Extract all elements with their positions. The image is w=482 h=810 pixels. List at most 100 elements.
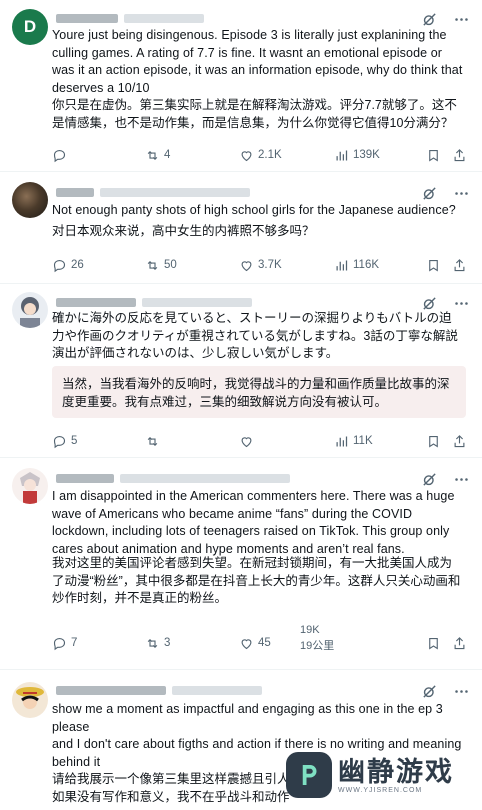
more-icon[interactable] (452, 10, 470, 28)
tweet-text-en: Not enough panty shots of high school gi… (52, 203, 456, 217)
views-button[interactable]: 11K (334, 434, 373, 449)
username-redacted (56, 685, 166, 695)
tweet-text-en: I am disappointed in the American commen… (52, 489, 455, 556)
avatar[interactable] (12, 682, 48, 718)
views-count-translated: 19公里 (300, 640, 335, 652)
watermark-url: WWW.YJISREN.COM (338, 786, 423, 794)
reply-icon (53, 149, 66, 162)
grok-icon[interactable] (420, 184, 438, 202)
grok-icon[interactable] (420, 682, 438, 700)
handle-redacted (172, 685, 262, 695)
reply-button[interactable]: 26 (52, 258, 84, 273)
like-icon (241, 436, 252, 447)
bookmark-button[interactable] (426, 636, 441, 651)
tweet-header (56, 294, 252, 310)
avatar[interactable] (12, 468, 48, 504)
grok-icon[interactable] (420, 470, 438, 488)
tweet-text-en: Youre just being disingenous. Episode 3 … (52, 28, 463, 95)
tweet-text-zh: 我对这里的美国评论者感到失望。在新冠封锁期间，有一大批美国人成为了动漫“粉丝”，… (52, 556, 461, 606)
bookmark-icon (429, 149, 438, 162)
avatar[interactable] (12, 182, 48, 218)
like-count: 45 (258, 637, 271, 649)
share-button[interactable] (452, 434, 467, 449)
share-icon (454, 148, 465, 161)
retweet-button[interactable]: 4 (145, 148, 170, 163)
reply-count: 7 (71, 637, 78, 649)
username-redacted (56, 473, 114, 483)
username-redacted (56, 187, 94, 197)
watermark-title: 幽静游戏 (338, 756, 454, 787)
reply-button[interactable]: 7 (52, 636, 77, 651)
tweet-header (56, 10, 204, 26)
share-button[interactable] (452, 258, 467, 273)
share-button[interactable] (452, 636, 467, 651)
avatar[interactable]: D (12, 9, 48, 45)
like-icon (241, 260, 252, 271)
views-stack[interactable]: 19K 19公里 (300, 622, 334, 654)
views-icon (336, 150, 348, 160)
username-redacted (56, 297, 136, 307)
tweet-text-zh: 对日本观众来说，高中女生的内裤照不够多吗？ (52, 224, 315, 238)
reply-icon (53, 637, 66, 650)
handle-redacted (124, 13, 204, 23)
views-count: 11K (353, 435, 373, 447)
share-button[interactable] (452, 148, 467, 163)
more-icon[interactable] (452, 184, 470, 202)
avatar[interactable] (12, 292, 48, 328)
views-button[interactable]: 139K (334, 148, 380, 163)
bookmark-button[interactable] (426, 148, 441, 163)
retweet-count: 3 (164, 637, 171, 649)
tweet-header (56, 470, 290, 486)
views-count: 19K (300, 624, 320, 636)
watermark-logo-icon (286, 752, 332, 798)
watermark: 幽静游戏 WWW.YJISREN.COM (286, 744, 476, 806)
translation-box: 当然，当我看海外的反响时，我觉得战斗的力量和画作质量比故事的深度更重要。我有点难… (52, 366, 466, 418)
handle-redacted (100, 187, 250, 197)
bookmark-icon (429, 637, 438, 650)
like-count: 2.1K (258, 149, 282, 161)
like-icon (241, 150, 252, 161)
reply-button[interactable]: 5 (52, 434, 77, 449)
tweet-text-ja: 確かに海外の反応を見ていると、ストーリーの深掘りよりもバトルの迫力や作画のクオリ… (52, 311, 458, 361)
like-icon (241, 638, 252, 649)
share-icon (454, 434, 465, 447)
tweet[interactable]: D Youre just being disingenous. Episode … (0, 0, 482, 172)
tweet-text-zh: 你只是在虚伪。第三集实际上就是在解释淘汰游戏。评分7.7就够了。这不是情感集，也… (52, 98, 457, 130)
tweet[interactable]: Not enough panty shots of high school gi… (0, 172, 482, 284)
views-icon (336, 436, 348, 446)
grok-icon[interactable] (420, 10, 438, 28)
like-button[interactable]: 45 (239, 636, 271, 651)
retweet-button[interactable] (145, 434, 164, 449)
tweet-header (56, 184, 250, 200)
like-count: 3.7K (258, 259, 282, 271)
share-icon (454, 258, 465, 271)
more-icon[interactable] (452, 470, 470, 488)
views-button[interactable]: 116K (334, 258, 379, 273)
like-button[interactable] (239, 434, 258, 449)
tweet[interactable]: I am disappointed in the American commen… (0, 458, 482, 670)
retweet-icon (147, 260, 158, 270)
views-icon (336, 260, 348, 270)
retweet-button[interactable]: 3 (145, 636, 170, 651)
share-icon (454, 636, 465, 649)
handle-redacted (120, 473, 290, 483)
bookmark-button[interactable] (426, 258, 441, 273)
retweet-icon (147, 150, 158, 160)
username-redacted (56, 13, 118, 23)
like-button[interactable]: 3.7K (239, 258, 282, 273)
retweet-count: 4 (164, 149, 171, 161)
reply-count: 26 (71, 259, 84, 271)
retweet-icon (147, 436, 158, 446)
retweet-button[interactable]: 50 (145, 258, 177, 273)
views-count: 139K (353, 149, 380, 161)
retweet-count: 50 (164, 259, 177, 271)
bookmark-button[interactable] (426, 434, 441, 449)
reply-icon (53, 259, 66, 272)
like-button[interactable]: 2.1K (239, 148, 282, 163)
retweet-icon (147, 638, 158, 648)
reply-button[interactable] (52, 148, 71, 163)
bookmark-icon (429, 259, 438, 272)
tweet[interactable]: 確かに海外の反応を見ていると、ストーリーの深掘りよりもバトルの迫力や作画のクオリ… (0, 284, 482, 458)
handle-redacted (142, 297, 252, 307)
more-icon[interactable] (452, 682, 470, 700)
